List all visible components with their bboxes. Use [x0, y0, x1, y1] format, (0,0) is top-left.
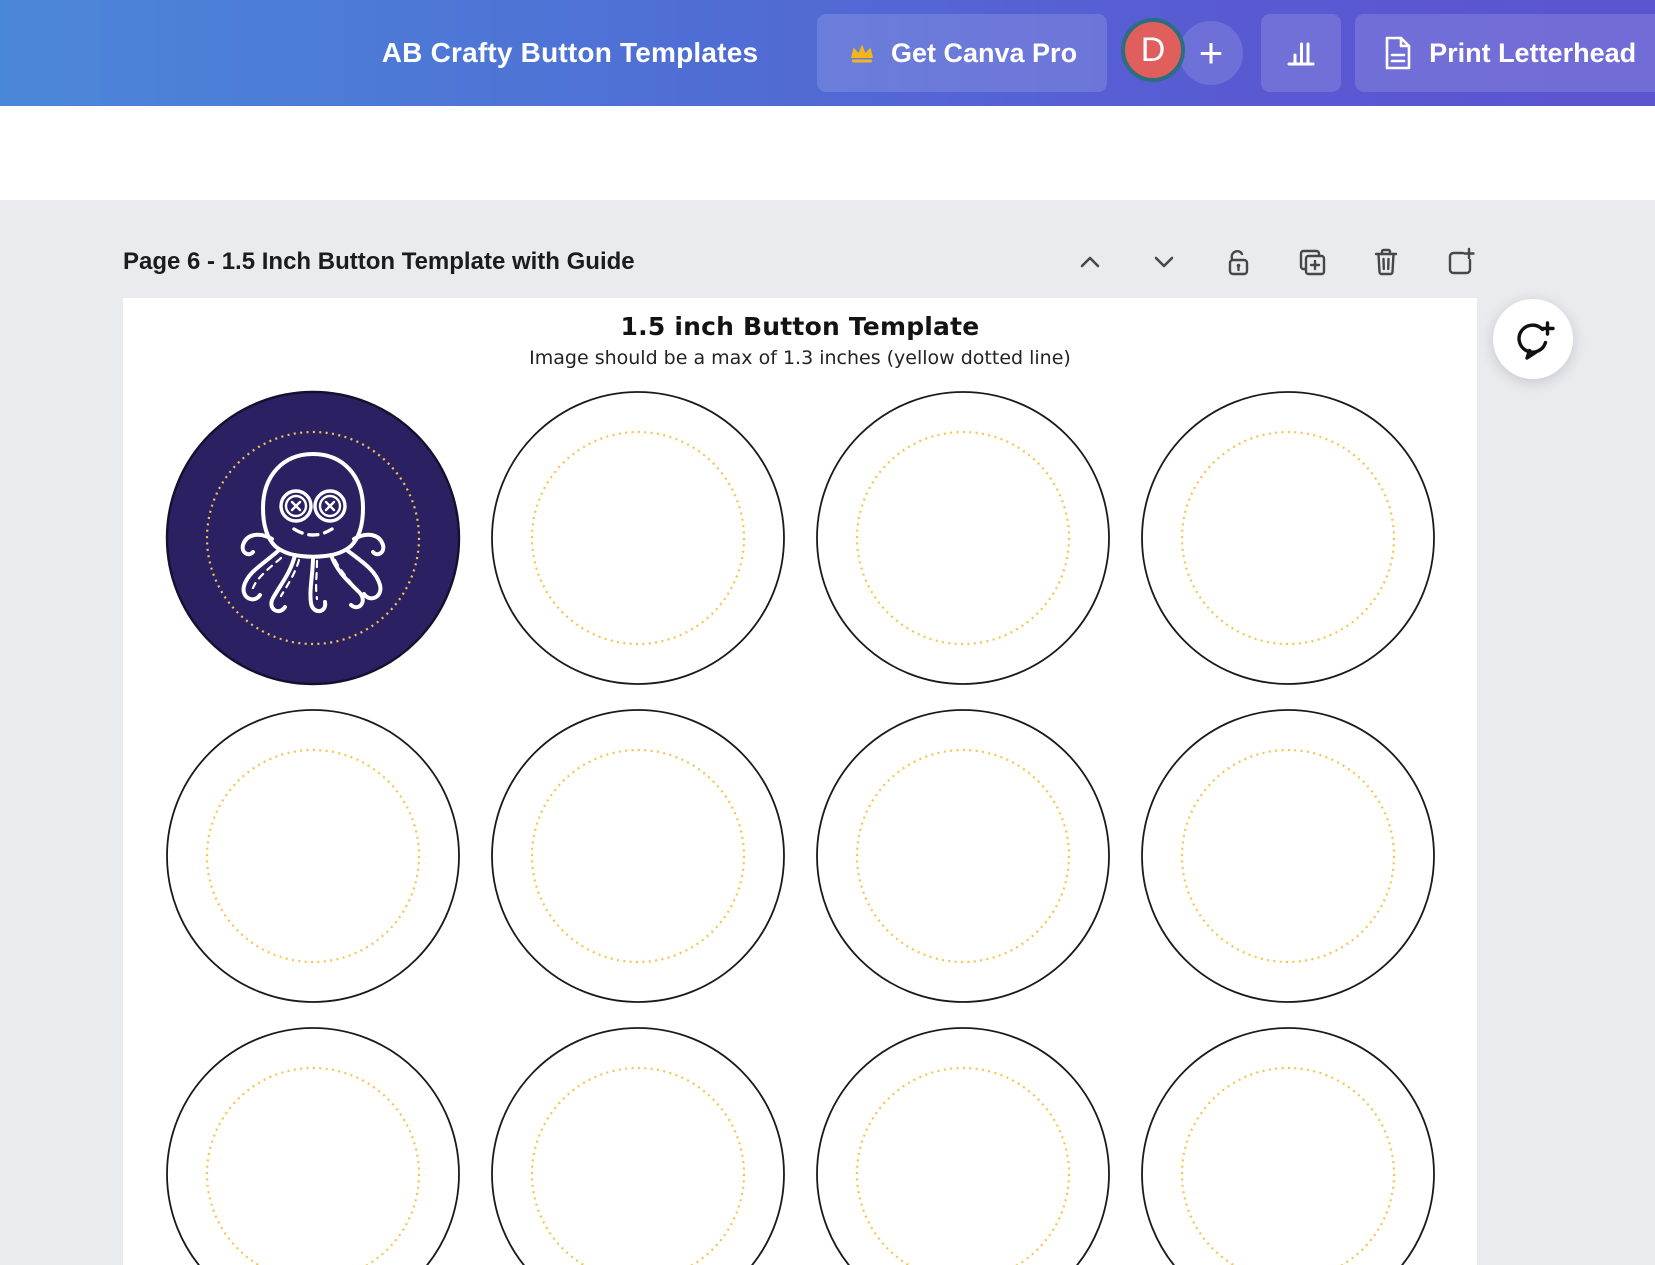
avatar[interactable]: D: [1121, 18, 1186, 82]
add-comment-button[interactable]: [1493, 299, 1573, 379]
button-circle-empty[interactable]: [163, 1024, 463, 1265]
comment-plus-icon: [1509, 315, 1557, 363]
top-bar-actions: Get Canva Pro + D Print Letterhead: [817, 0, 1655, 106]
button-circle-empty[interactable]: [488, 1024, 788, 1265]
move-page-down-button[interactable]: [1147, 245, 1181, 279]
button-outline: [491, 1027, 785, 1265]
print-letterhead-button[interactable]: Print Letterhead: [1355, 14, 1655, 92]
bar-chart-icon: [1281, 33, 1321, 73]
button-circle-octopus[interactable]: [163, 388, 463, 688]
toolbar-strip: [0, 106, 1655, 200]
button-circle-empty[interactable]: [488, 388, 788, 688]
design-page[interactable]: 1.5 inch Button Template Image should be…: [123, 298, 1477, 1265]
design-title[interactable]: AB Crafty Button Templates: [360, 0, 780, 106]
page-controls: [1073, 245, 1477, 279]
template-title-text[interactable]: 1.5 inch Button Template: [123, 312, 1477, 341]
button-outline: [1141, 391, 1435, 685]
octopus-button-art: [165, 390, 461, 686]
button-outline: [166, 1027, 460, 1265]
crown-icon: [847, 38, 877, 68]
avatar-initial: D: [1140, 30, 1166, 69]
canva-editor: { "topbar": { "title": "AB Crafty Button…: [0, 0, 1655, 1265]
button-circle-empty[interactable]: [163, 706, 463, 1006]
button-outline: [1141, 709, 1435, 1003]
delete-page-button[interactable]: [1369, 245, 1403, 279]
top-bar: AB Crafty Button Templates Get Canva Pro…: [0, 0, 1655, 106]
button-outline: [166, 709, 460, 1003]
button-outline: [491, 709, 785, 1003]
account-group: + D: [1121, 14, 1247, 92]
button-outline: [816, 391, 1110, 685]
button-circle-empty[interactable]: [813, 1024, 1113, 1265]
template-subtitle-text[interactable]: Image should be a max of 1.3 inches (yel…: [123, 347, 1477, 369]
button-circle-empty[interactable]: [1138, 388, 1438, 688]
document-icon: [1381, 34, 1415, 72]
button-outline: [1141, 1027, 1435, 1265]
add-page-button[interactable]: [1443, 245, 1477, 279]
button-circle-empty[interactable]: [813, 388, 1113, 688]
get-canva-pro-button[interactable]: Get Canva Pro: [817, 14, 1108, 92]
add-member-button[interactable]: +: [1179, 21, 1244, 85]
insights-button[interactable]: [1261, 14, 1342, 92]
print-letterhead-label: Print Letterhead: [1429, 37, 1637, 68]
button-outline: [816, 1027, 1110, 1265]
button-circle-empty[interactable]: [813, 706, 1113, 1006]
unlock-icon[interactable]: [1221, 245, 1255, 279]
move-page-up-button[interactable]: [1073, 245, 1107, 279]
button-circle-empty[interactable]: [488, 706, 788, 1006]
page-header: Page 6 - 1.5 Inch Button Template with G…: [123, 238, 1477, 286]
button-circle-empty[interactable]: [1138, 706, 1438, 1006]
get-canva-pro-label: Get Canva Pro: [891, 37, 1078, 68]
duplicate-page-button[interactable]: [1295, 245, 1329, 279]
button-outline: [491, 391, 785, 685]
button-circle-empty[interactable]: [1138, 1024, 1438, 1265]
plus-icon: +: [1198, 29, 1224, 76]
page-title-label[interactable]: Page 6 - 1.5 Inch Button Template with G…: [123, 248, 635, 276]
button-outline: [816, 709, 1110, 1003]
